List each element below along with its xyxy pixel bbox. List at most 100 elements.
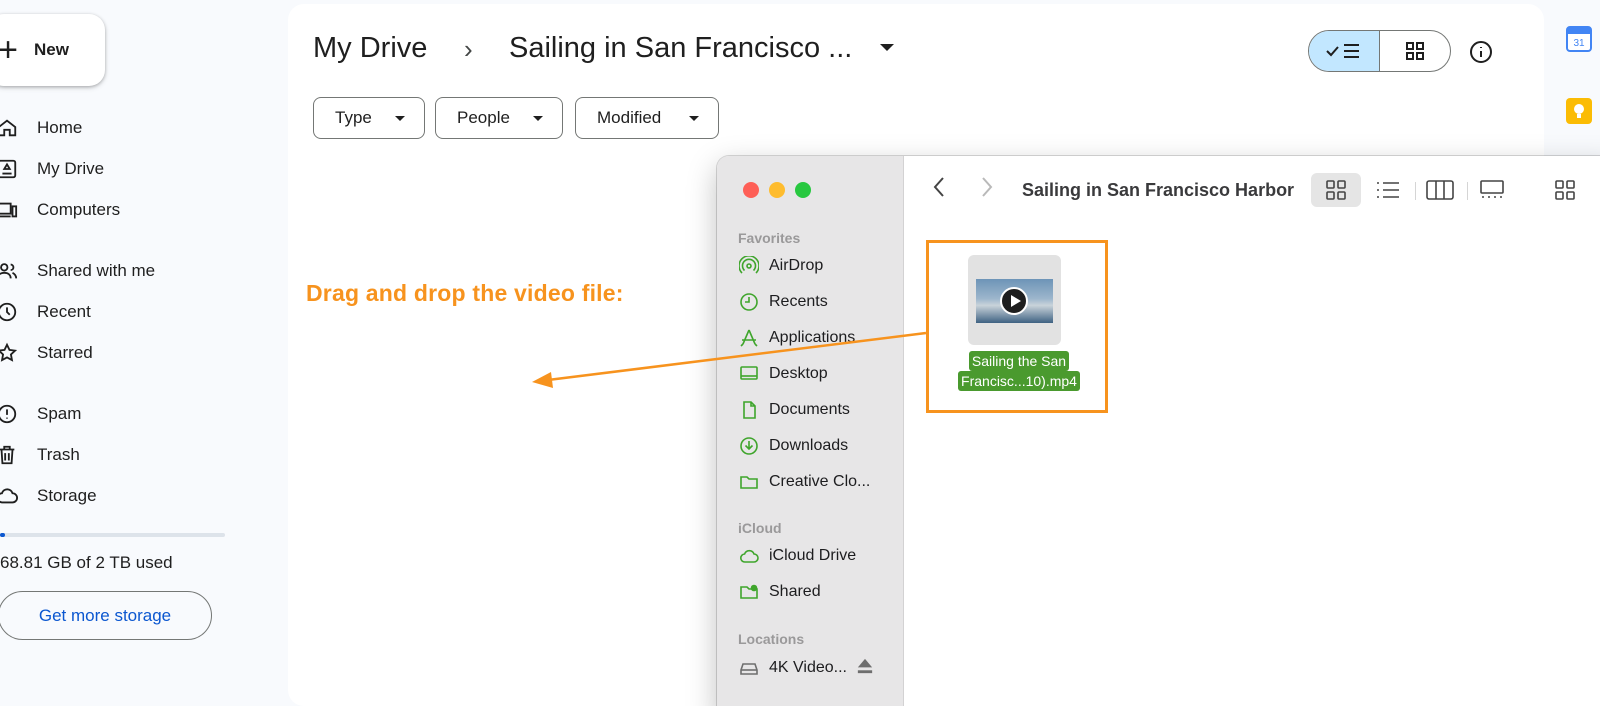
sidebar-item-label: Applications: [769, 329, 856, 346]
finder-toolbar: Sailing in San Francisco Harbor: [904, 156, 1600, 224]
sidebar-item-label: Shared with me: [37, 261, 156, 280]
filter-people-chip[interactable]: People: [435, 97, 563, 139]
breadcrumb-current-folder[interactable]: Sailing in San Francisco ...: [509, 32, 852, 65]
sidebar-item-4k-video[interactable]: 4K Video...: [739, 654, 875, 682]
chevron-down-icon: [395, 116, 405, 121]
sidebar-item-label: 4K Video...: [769, 659, 847, 676]
sidebar-item-label: Computers: [37, 200, 121, 219]
sidebar-item-starred[interactable]: Starred: [0, 336, 240, 370]
sidebar-item-trash[interactable]: Trash: [0, 438, 240, 472]
new-button-label: New: [34, 40, 69, 59]
sidebar-item-airdrop[interactable]: AirDrop: [739, 252, 823, 280]
chevron-down-icon: [533, 116, 543, 121]
sailing-video-preview: [976, 279, 1053, 323]
sidebar-item-recent[interactable]: Recent: [0, 295, 240, 329]
clock-icon: [0, 301, 18, 323]
sidebar-item-label: Home: [37, 118, 83, 137]
document-icon: [739, 400, 759, 420]
sidebar-item-creative-cloud[interactable]: Creative Clo...: [739, 468, 870, 496]
sidebar-item-shared[interactable]: Shared: [739, 578, 821, 606]
sidebar-item-label: Spam: [37, 404, 82, 423]
airdrop-icon: [739, 256, 759, 276]
chevron-down-icon: [689, 116, 699, 121]
sidebar-item-storage[interactable]: Storage: [0, 479, 240, 513]
filter-type-chip[interactable]: Type: [313, 97, 425, 139]
sidebar-item-desktop[interactable]: Desktop: [739, 360, 828, 388]
locations-header: Locations: [738, 631, 805, 647]
sidebar-item-applications[interactable]: Applications: [739, 324, 855, 352]
group-button[interactable]: [1540, 173, 1590, 207]
window-controls: [743, 182, 811, 198]
sidebar-item-label: Documents: [769, 401, 850, 418]
people-icon: [0, 260, 18, 282]
list-icon: [1377, 182, 1399, 198]
sidebar-item-icloud-drive[interactable]: iCloud Drive: [739, 542, 856, 570]
sidebar-item-downloads[interactable]: Downloads: [739, 432, 848, 460]
sidebar-item-shared-with-me[interactable]: Shared with me: [0, 254, 240, 288]
chevron-right-icon: [982, 177, 993, 197]
filter-modified-chip[interactable]: Modified: [575, 97, 719, 139]
sidebar-item-label: Storage: [37, 486, 97, 505]
sidebar-item-label: Recent: [37, 302, 91, 321]
minimize-window-button[interactable]: [769, 182, 785, 198]
finder-sidebar: Favorites AirDrop Recents Applications D…: [717, 156, 904, 706]
sidebar-item-label: Downloads: [769, 437, 849, 454]
list-view-button[interactable]: [1363, 173, 1413, 207]
applications-icon: [739, 328, 759, 348]
cloud-icon: [0, 485, 18, 507]
back-button[interactable]: [932, 176, 946, 205]
icon-view-button[interactable]: [1311, 173, 1361, 207]
storage-progress-fill: [0, 533, 5, 537]
sidebar-item-label: Desktop: [769, 365, 828, 382]
file-name-line-2: Francisc...10).mp4: [958, 371, 1080, 391]
cloud-icon: [739, 546, 759, 566]
info-icon[interactable]: [1469, 40, 1493, 64]
list-view-button[interactable]: [1309, 31, 1380, 71]
column-view-button[interactable]: [1415, 173, 1465, 207]
get-more-storage-button[interactable]: Get more storage: [0, 591, 212, 640]
shared-folder-icon: [739, 582, 759, 602]
sidebar-item-documents[interactable]: Documents: [739, 396, 850, 424]
video-file-item[interactable]: Sailing the San Francisc...10).mp4: [926, 240, 1108, 413]
sidebar-item-my-drive[interactable]: My Drive: [0, 152, 240, 186]
breadcrumb-my-drive[interactable]: My Drive: [313, 32, 427, 65]
close-window-button[interactable]: [743, 182, 759, 198]
folder-menu-caret-icon[interactable]: [880, 44, 894, 51]
plus-icon: +: [0, 31, 18, 69]
storage-usage-text: 68.81 GB of 2 TB used: [0, 553, 173, 572]
sidebar-item-spam[interactable]: Spam: [0, 397, 240, 431]
eject-icon[interactable]: [855, 656, 875, 681]
sidebar-item-recents[interactable]: Recents: [739, 288, 828, 316]
grid-view-button[interactable]: [1380, 31, 1451, 71]
drive-disk-icon: [739, 658, 759, 678]
star-icon: [0, 342, 18, 364]
forward-button[interactable]: [980, 176, 994, 205]
gallery-view-button[interactable]: [1467, 173, 1517, 207]
sidebar-item-label: Starred: [37, 343, 93, 362]
clock-icon: [739, 292, 759, 312]
computers-icon: [0, 199, 18, 221]
finder-window-title: Sailing in San Francisco Harbor: [1022, 180, 1295, 200]
folder-icon: [739, 472, 759, 492]
drive-icon: [0, 158, 18, 180]
trash-icon: [0, 444, 18, 466]
sidebar-item-label: Creative Clo...: [769, 473, 871, 490]
check-list-icon: [1326, 44, 1359, 58]
breadcrumb-separator-icon: ›: [464, 34, 473, 64]
new-button[interactable]: + New: [0, 14, 105, 86]
sidebar-item-home[interactable]: Home: [0, 111, 240, 145]
keep-icon[interactable]: [1566, 98, 1592, 124]
calendar-icon[interactable]: 31: [1566, 26, 1592, 52]
sidebar-item-label: AirDrop: [769, 257, 824, 274]
chevron-left-icon: [933, 177, 944, 197]
sidebar-item-computers[interactable]: Computers: [0, 193, 240, 227]
sidebar-item-label: iCloud Drive: [769, 547, 857, 564]
instruction-annotation: Drag and drop the video file:: [306, 280, 624, 306]
zoom-window-button[interactable]: [795, 182, 811, 198]
sidebar-item-label: My Drive: [37, 159, 105, 178]
filter-modified-label: Modified: [597, 108, 662, 127]
home-icon: [0, 117, 18, 139]
filter-type-label: Type: [335, 108, 372, 127]
sidebar-item-label: Recents: [769, 293, 828, 310]
spam-icon: [0, 403, 18, 425]
